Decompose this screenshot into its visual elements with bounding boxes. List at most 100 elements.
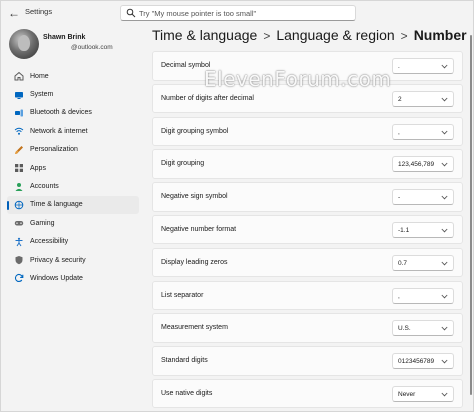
user-profile[interactable]: Shawn Brink @outlook.com [9, 29, 139, 61]
dropdown-value: 2 [398, 95, 402, 103]
bluetooth-icon [14, 108, 24, 118]
breadcrumb-language-region[interactable]: Language & region [276, 27, 394, 43]
chevron-down-icon [441, 130, 448, 135]
decimal-symbol-dropdown[interactable]: . [392, 58, 454, 74]
user-email: @outlook.com [43, 44, 113, 51]
shield-icon [14, 255, 24, 265]
setting-row-digit-grouping: Digit grouping 123,456,789 [152, 149, 463, 179]
scrollbar-thumb[interactable] [470, 35, 472, 395]
sidebar-item-label: Apps [30, 164, 46, 172]
setting-row-measurement-system: Measurement system U.S. [152, 313, 463, 343]
wifi-icon [14, 126, 24, 136]
sidebar-item-windows-update[interactable]: Windows Update [7, 269, 139, 287]
search-box[interactable]: Try "My mouse pointer is too small" [120, 5, 356, 21]
chevron-down-icon [441, 359, 448, 364]
setting-label: Number of digits after decimal [161, 94, 254, 102]
chevron-down-icon [441, 228, 448, 233]
setting-label: Negative number format [161, 225, 237, 233]
user-email-suffix: @outlook.com [71, 44, 113, 51]
display-leading-zeros-dropdown[interactable]: 0.7 [392, 254, 454, 271]
setting-row-negative-number-format: Negative number format -1.1 [152, 214, 463, 245]
dropdown-value: -1.1 [398, 226, 410, 234]
setting-row-list-separator: List separator, [152, 280, 463, 311]
measurement-system-dropdown[interactable]: U.S. [392, 320, 454, 337]
sidebar-item-label: Personalization [30, 146, 78, 154]
chevron-down-icon [441, 261, 448, 266]
list-separator-dropdown[interactable]: , [392, 287, 454, 304]
brush-icon [14, 145, 24, 155]
chevron-down-icon [441, 163, 448, 167]
sidebar-item-accounts[interactable]: Accounts [7, 177, 139, 195]
sidebar-item-time-language[interactable]: Time & language [7, 195, 139, 215]
sidebar-item-label: Bluetooth & devices [30, 109, 92, 117]
digit-grouping-symbol-dropdown[interactable]: , [392, 123, 454, 140]
dropdown-value: 0123456789 [398, 358, 435, 366]
watermark: ElevenForum.com [204, 67, 392, 91]
sidebar-item-bluetooth-devices[interactable]: Bluetooth & devices [7, 104, 139, 122]
dropdown-value: 0.7 [398, 259, 408, 267]
chevron-down-icon [441, 64, 448, 69]
negative-number-format-dropdown[interactable]: -1.1 [392, 221, 454, 238]
sidebar-item-label: Network & internet [30, 127, 88, 135]
app-title: Settings [25, 7, 53, 16]
dropdown-value: , [398, 292, 400, 300]
globe-clock-icon [14, 200, 24, 210]
chevron-down-icon [441, 327, 448, 331]
sidebar-item-label: Accessibility [30, 238, 69, 246]
dropdown-value: 123,456,789 [398, 161, 435, 169]
breadcrumb-separator: > [263, 29, 271, 43]
setting-label: Negative sign symbol [161, 193, 228, 201]
digit-grouping-dropdown[interactable]: 123,456,789 [392, 156, 454, 173]
sidebar-nav: Home System Bluetooth & devices Network & i… [7, 67, 139, 288]
setting-label: Standard digits [161, 357, 208, 365]
chevron-down-icon [441, 294, 448, 299]
scrollbar[interactable] [469, 25, 473, 412]
avatar [9, 29, 39, 59]
chevron-down-icon [441, 392, 448, 397]
sidebar-item-privacy-security[interactable]: Privacy & security [7, 251, 139, 269]
dropdown-value: . [398, 63, 400, 70]
setting-row-standard-digits: Standard digits 0123456789 [152, 346, 463, 376]
dropdown-value: U.S. [398, 325, 411, 333]
setting-row-display-leading-zeros: Display leading zeros 0.7 [152, 247, 463, 278]
sidebar-item-label: Windows Update [30, 274, 83, 282]
sidebar-item-label: Home [30, 72, 49, 80]
back-arrow-icon[interactable]: ← [7, 6, 21, 20]
email-redaction [43, 44, 71, 51]
chevron-down-icon [441, 97, 448, 102]
sidebar-item-system[interactable]: System [7, 85, 139, 103]
standard-digits-dropdown[interactable]: 0123456789 [392, 353, 454, 370]
sidebar-item-apps[interactable]: Apps [7, 159, 139, 177]
setting-label: Use native digits [161, 389, 213, 397]
sidebar-item-personalization[interactable]: Personalization [7, 141, 139, 159]
setting-row-use-native-digits: Use native digits Never [152, 378, 463, 409]
setting-label: Display leading zeros [161, 258, 228, 266]
settings-window: ← Settings Try "My mouse pointer is too … [0, 0, 474, 412]
setting-row-digit-grouping-symbol: Digit grouping symbol, [152, 116, 463, 147]
dropdown-value: , [398, 128, 400, 136]
use-native-digits-dropdown[interactable]: Never [392, 385, 454, 402]
user-name: Shawn Brink [43, 34, 86, 41]
gamepad-icon [14, 218, 24, 228]
sidebar-item-accessibility[interactable]: Accessibility [7, 233, 139, 251]
setting-label: Digit grouping symbol [161, 127, 229, 135]
sidebar-item-label: Accounts [30, 183, 59, 191]
sidebar-item-label: Gaming [30, 219, 55, 227]
sidebar-item-label: Time & language [30, 201, 83, 209]
title-bar: ← Settings Try "My mouse pointer is too … [1, 1, 474, 25]
setting-row-negative-sign-symbol: Negative sign symbol - [152, 182, 463, 212]
sidebar-item-label: Privacy & security [30, 256, 86, 264]
sidebar-item-network-internet[interactable]: Network & internet [7, 122, 139, 140]
dropdown-value: - [398, 194, 401, 202]
sidebar-item-home[interactable]: Home [7, 67, 139, 85]
breadcrumb-separator: > [400, 29, 408, 43]
search-icon [126, 8, 136, 18]
breadcrumb-time-language[interactable]: Time & language [152, 27, 257, 43]
accessibility-icon [14, 237, 24, 247]
sidebar-item-gaming[interactable]: Gaming [7, 214, 139, 232]
sidebar-item-label: System [30, 91, 54, 99]
number-of-digits-after-decimal-dropdown[interactable]: 2 [392, 90, 454, 107]
dropdown-value: Never [398, 390, 416, 398]
search-placeholder: Try "My mouse pointer is too small" [139, 9, 257, 18]
negative-sign-symbol-dropdown[interactable]: - [392, 189, 454, 206]
